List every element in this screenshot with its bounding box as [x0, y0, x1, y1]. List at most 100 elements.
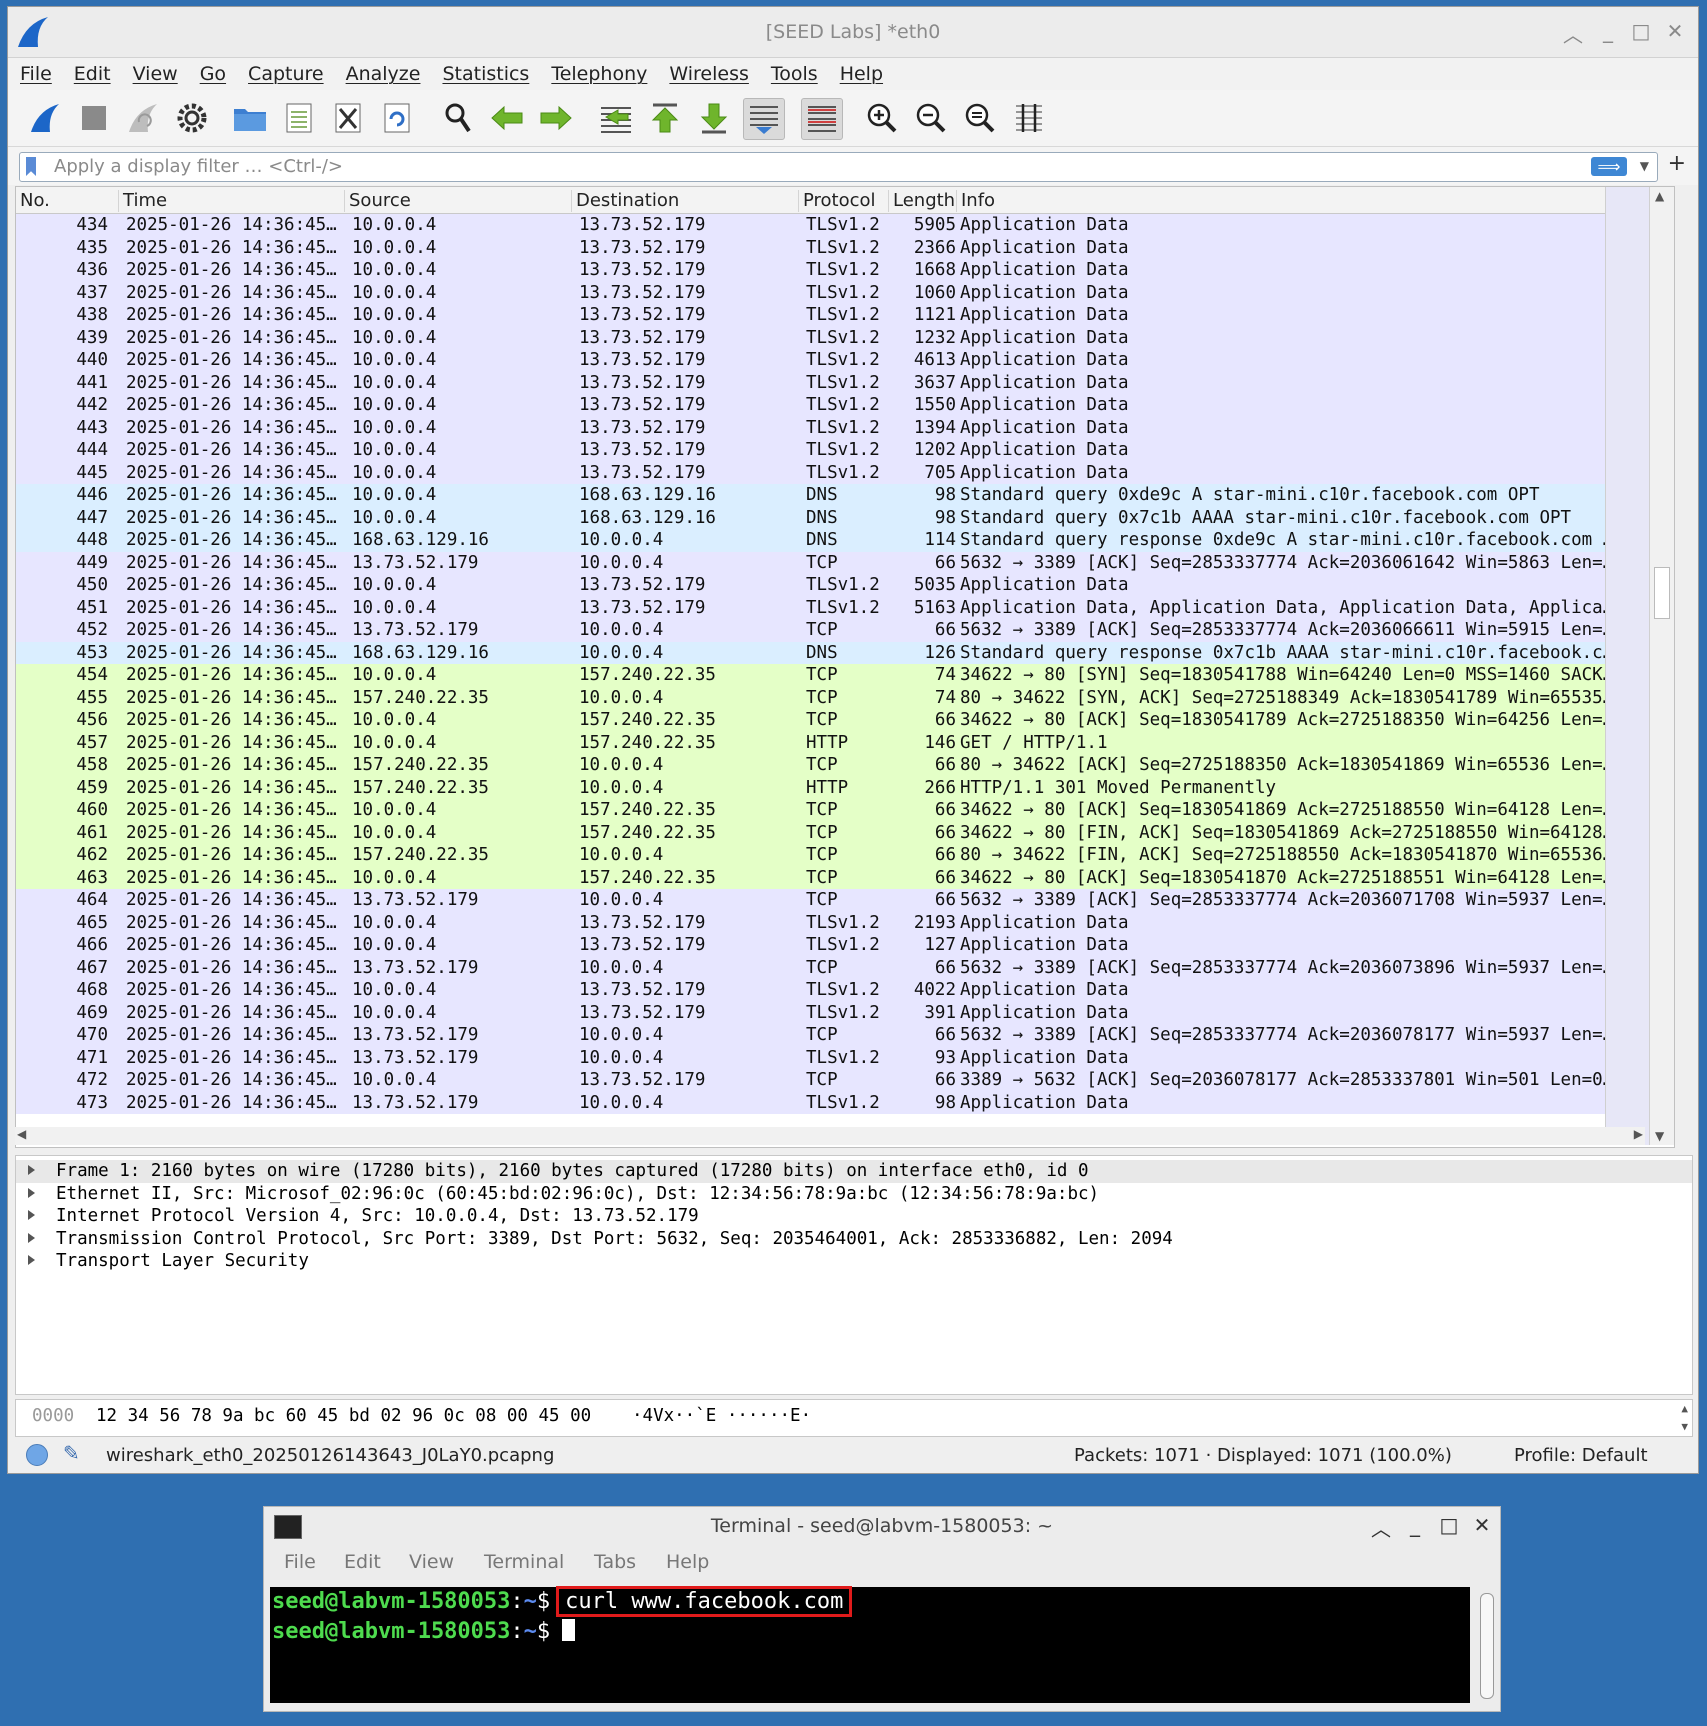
bookmark-icon[interactable]: [26, 157, 36, 176]
table-row[interactable]: 470 2025-01-26 14:36:45… 13.73.52.179 10.0.…: [16, 1024, 1674, 1047]
forward-arrow-icon[interactable]: [536, 98, 576, 138]
table-row[interactable]: 449 2025-01-26 14:36:45… 13.73.52.179 10.0.…: [16, 551, 1674, 574]
col-no[interactable]: No.: [16, 190, 110, 212]
window-maximize-icon[interactable]: □: [1628, 19, 1654, 43]
reload-icon[interactable]: [377, 98, 417, 138]
table-row[interactable]: 436 2025-01-26 14:36:45… 10.0.0.4 13.73.52.…: [16, 259, 1674, 282]
window-shade-icon[interactable]: ︿: [1560, 19, 1586, 48]
menu-file[interactable]: File: [20, 63, 52, 85]
table-row[interactable]: 471 2025-01-26 14:36:45… 13.73.52.179 10.0.…: [16, 1046, 1674, 1069]
packet-details[interactable]: Frame 1: 2160 bytes on wire (17280 bits)…: [15, 1155, 1693, 1395]
detail-tcp[interactable]: Transmission Control Protocol, Src Port:…: [16, 1228, 1692, 1251]
window-minimize-icon[interactable]: _: [1595, 19, 1621, 43]
resize-columns-icon[interactable]: [1009, 98, 1049, 138]
table-row[interactable]: 448 2025-01-26 14:36:45… 168.63.129.16 10.0…: [16, 529, 1674, 552]
table-row[interactable]: 454 2025-01-26 14:36:45… 10.0.0.4 157.240.2…: [16, 664, 1674, 687]
table-row[interactable]: 445 2025-01-26 14:36:45… 10.0.0.4 13.73.52.…: [16, 461, 1674, 484]
restart-icon[interactable]: [123, 98, 163, 138]
save-file-icon[interactable]: [279, 98, 319, 138]
packet-minimap[interactable]: [1605, 187, 1650, 1145]
bytes-hex[interactable]: 12 34 56 78 9a bc 60 45 bd 02 96 0c 08 0…: [96, 1406, 591, 1426]
options-gear-icon[interactable]: [172, 98, 212, 138]
last-packet-icon[interactable]: [694, 98, 734, 138]
bytes-ascii[interactable]: ·4Vx··`E ······E·: [632, 1406, 811, 1426]
terminal-menu-edit[interactable]: Edit: [344, 1551, 381, 1573]
packet-list-scrollbar[interactable]: ▲ ▼: [1649, 187, 1674, 1145]
expand-arrow-icon[interactable]: [28, 1232, 35, 1243]
menu-capture[interactable]: Capture: [248, 63, 324, 85]
terminal-menu-terminal[interactable]: Terminal: [484, 1551, 564, 1573]
table-row[interactable]: 459 2025-01-26 14:36:45… 157.240.22.35 10.0…: [16, 776, 1674, 799]
capture-comment-icon[interactable]: ✎: [63, 1441, 80, 1465]
detail-ethernet[interactable]: Ethernet II, Src: Microsof_02:96:0c (60:…: [16, 1183, 1692, 1206]
table-row[interactable]: 452 2025-01-26 14:36:45… 13.73.52.179 10.0.…: [16, 619, 1674, 642]
col-protocol[interactable]: Protocol: [798, 190, 883, 212]
display-filter-input[interactable]: Apply a display filter … <Ctrl-/> ⟹ ▼: [19, 152, 1658, 182]
terminal-titlebar[interactable]: Terminal - seed@labvm-1580053: ~ ︿ _ □ ✕: [264, 1507, 1500, 1545]
close-file-icon[interactable]: [328, 98, 368, 138]
expand-arrow-icon[interactable]: [28, 1210, 35, 1220]
expert-info-icon[interactable]: [26, 1444, 48, 1466]
terminal-menu-help[interactable]: Help: [666, 1551, 709, 1573]
table-row[interactable]: 469 2025-01-26 14:36:45… 10.0.0.4 13.73.52.…: [16, 1001, 1674, 1024]
table-row[interactable]: 465 2025-01-26 14:36:45… 10.0.0.4 13.73.52.…: [16, 911, 1674, 934]
zoom-normal-icon[interactable]: [960, 98, 1000, 138]
col-length[interactable]: Length: [888, 190, 955, 212]
terminal-menu-file[interactable]: File: [284, 1551, 316, 1573]
table-row[interactable]: 447 2025-01-26 14:36:45… 10.0.0.4 168.63.12…: [16, 506, 1674, 529]
table-row[interactable]: 472 2025-01-26 14:36:45… 10.0.0.4 13.73.52.…: [16, 1069, 1674, 1092]
table-row[interactable]: 473 2025-01-26 14:36:45… 13.73.52.179 10.0.…: [16, 1091, 1674, 1114]
shark-fin-start-icon[interactable]: [25, 98, 65, 138]
first-packet-icon[interactable]: [645, 98, 685, 138]
menu-analyze[interactable]: Analyze: [346, 63, 421, 85]
profile-label[interactable]: Profile: Default: [1514, 1445, 1648, 1466]
terminal-menu-view[interactable]: View: [409, 1551, 454, 1573]
menu-tools[interactable]: Tools: [771, 63, 818, 85]
stop-icon[interactable]: [74, 98, 114, 138]
col-destination[interactable]: Destination: [571, 190, 796, 212]
table-row[interactable]: 462 2025-01-26 14:36:45… 157.240.22.35 10.0…: [16, 844, 1674, 867]
autoscroll-icon[interactable]: [743, 98, 785, 140]
menu-telephony[interactable]: Telephony: [551, 63, 647, 85]
packet-bytes[interactable]: 0000 12 34 56 78 9a bc 60 45 bd 02 96 0c…: [15, 1399, 1693, 1437]
expand-arrow-icon[interactable]: [28, 1255, 35, 1265]
table-row[interactable]: 457 2025-01-26 14:36:45… 10.0.0.4 157.240.2…: [16, 731, 1674, 754]
add-filter-button[interactable]: +: [1668, 151, 1686, 176]
table-row[interactable]: 442 2025-01-26 14:36:45… 10.0.0.4 13.73.52.…: [16, 394, 1674, 417]
table-row[interactable]: 439 2025-01-26 14:36:45… 10.0.0.4 13.73.52.…: [16, 326, 1674, 349]
table-row[interactable]: 455 2025-01-26 14:36:45… 157.240.22.35 10.0…: [16, 686, 1674, 709]
table-row[interactable]: 444 2025-01-26 14:36:45… 10.0.0.4 13.73.52.…: [16, 439, 1674, 462]
terminal-shade-icon[interactable]: ︿: [1368, 1513, 1394, 1542]
col-source[interactable]: Source: [344, 190, 569, 212]
terminal-close-icon[interactable]: ✕: [1469, 1513, 1495, 1537]
back-arrow-icon[interactable]: [487, 98, 527, 138]
zoom-in-icon[interactable]: [862, 98, 902, 138]
table-row[interactable]: 461 2025-01-26 14:36:45… 10.0.0.4 157.240.2…: [16, 821, 1674, 844]
menu-statistics[interactable]: Statistics: [442, 63, 529, 85]
find-icon[interactable]: [438, 98, 478, 138]
table-row[interactable]: 468 2025-01-26 14:36:45… 10.0.0.4 13.73.52.…: [16, 979, 1674, 1002]
table-row[interactable]: 435 2025-01-26 14:36:45… 10.0.0.4 13.73.52.…: [16, 236, 1674, 259]
terminal-screen[interactable]: seed@labvm-1580053:~$ curl www.facebook.c…: [270, 1586, 1470, 1703]
bytes-scroll-up-icon[interactable]: ▲: [1681, 1402, 1688, 1415]
terminal-menu-tabs[interactable]: Tabs: [594, 1551, 636, 1573]
table-row[interactable]: 451 2025-01-26 14:36:45… 10.0.0.4 13.73.52.…: [16, 596, 1674, 619]
menu-go[interactable]: Go: [200, 63, 226, 85]
terminal-maximize-icon[interactable]: □: [1436, 1513, 1462, 1537]
packet-list[interactable]: No. Time Source Destination Protocol Len…: [15, 186, 1675, 1148]
table-row[interactable]: 438 2025-01-26 14:36:45… 10.0.0.4 13.73.52.…: [16, 304, 1674, 327]
terminal-scrollbar[interactable]: [1480, 1593, 1494, 1699]
table-row[interactable]: 456 2025-01-26 14:36:45… 10.0.0.4 157.240.2…: [16, 709, 1674, 732]
col-info[interactable]: Info: [956, 190, 1561, 212]
go-to-packet-icon[interactable]: [596, 98, 636, 138]
table-row[interactable]: 458 2025-01-26 14:36:45… 157.240.22.35 10.0…: [16, 754, 1674, 777]
table-row[interactable]: 467 2025-01-26 14:36:45… 13.73.52.179 10.0.…: [16, 956, 1674, 979]
table-row[interactable]: 466 2025-01-26 14:36:45… 10.0.0.4 13.73.52.…: [16, 934, 1674, 957]
table-row[interactable]: 463 2025-01-26 14:36:45… 10.0.0.4 157.240.2…: [16, 866, 1674, 889]
table-row[interactable]: 464 2025-01-26 14:36:45… 13.73.52.179 10.0.…: [16, 889, 1674, 912]
wireshark-titlebar[interactable]: [SEED Labs] *eth0 ︿ _ □ ✕: [8, 7, 1698, 58]
table-row[interactable]: 434 2025-01-26 14:36:45… 10.0.0.4 13.73.52.…: [16, 214, 1674, 237]
menu-view[interactable]: View: [133, 63, 178, 85]
colorize-icon[interactable]: [801, 98, 843, 140]
terminal-minimize-icon[interactable]: _: [1402, 1513, 1428, 1537]
